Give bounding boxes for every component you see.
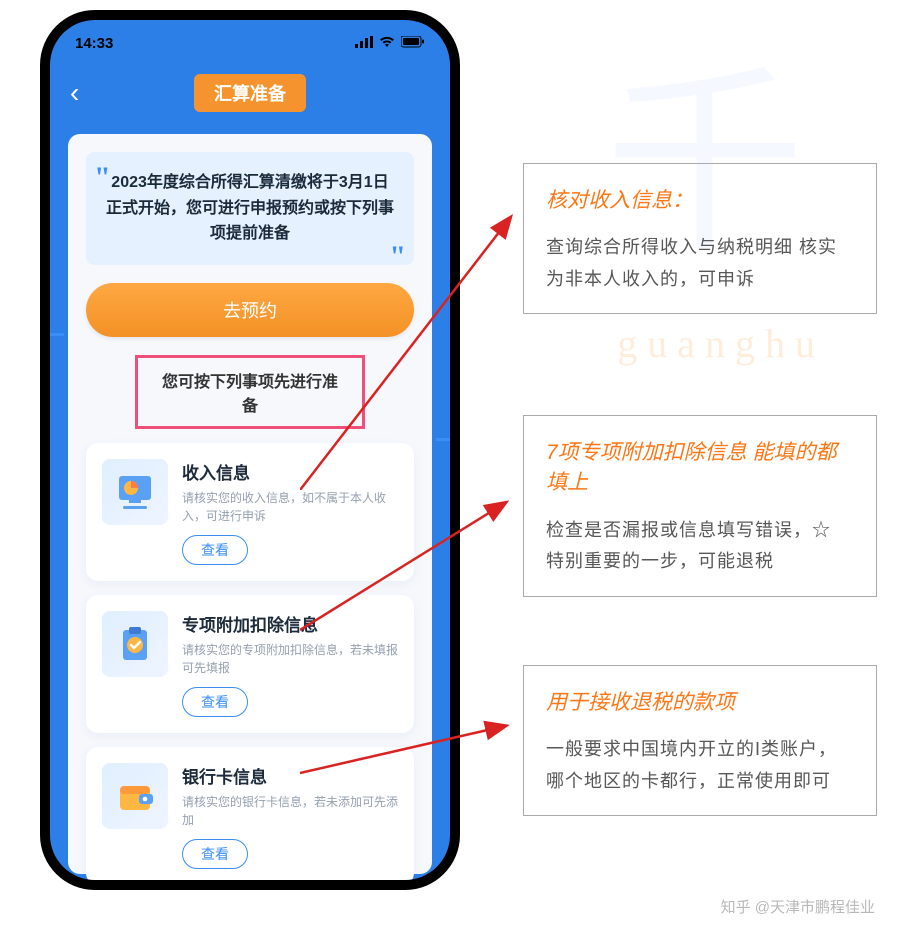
annotation-deduction: 7项专项附加扣除信息 能填的都填上 检查是否漏报或信息填写错误，☆ 特别重要的一… [523,415,877,597]
view-button[interactable]: 查看 [182,535,248,565]
notice-banner: 2023年度综合所得汇算清缴将于3月1日正式开始，您可进行申报预约或按下列事项提… [86,152,414,265]
annotation-body: 一般要求中国境内开立的I类账户，哪个地区的卡都行，正常使用即可 [546,734,854,797]
background-watermark-text: guanghu [617,320,825,367]
watermark: 知乎 @天津市鹏程佳业 [721,896,875,917]
appoint-button[interactable]: 去预约 [86,283,414,337]
phone-screen: 14:33 ‹ 汇算准备 2023年度综合所得汇算清缴将于3月1日正式开始，您可… [50,20,450,880]
annotation-title: 用于接收退税的款项 [546,688,854,718]
annotation-body: 查询综合所得收入与纳税明细 核实为非本人收入的，可申诉 [546,232,854,295]
annotation-bank: 用于接收退税的款项 一般要求中国境内开立的I类账户，哪个地区的卡都行，正常使用即… [523,665,877,816]
status-bar: 14:33 [50,20,450,57]
item-title: 收入信息 [182,459,398,484]
corner-decoration [50,333,64,351]
item-title: 银行卡信息 [182,763,398,788]
phone-frame: 14:33 ‹ 汇算准备 2023年度综合所得汇算清缴将于3月1日正式开始，您可… [40,10,460,890]
item-desc: 请核实您的收入信息，如不属于本人收入，可进行申诉 [182,489,398,525]
item-deduction[interactable]: 专项附加扣除信息 请核实您的专项附加扣除信息，若未填报可先填报 查看 [86,595,414,733]
corner-decoration [436,423,450,441]
view-button[interactable]: 查看 [182,687,248,717]
chart-screen-icon [102,459,168,525]
annotation-income: 核对收入信息： 查询综合所得收入与纳税明细 核实为非本人收入的，可申诉 [523,163,877,314]
page-title: 汇算准备 [194,74,306,112]
signal-icon [355,35,373,52]
annotation-title: 核对收入信息： [546,186,854,216]
wallet-icon [102,763,168,829]
content-card: 2023年度综合所得汇算清缴将于3月1日正式开始，您可进行申报预约或按下列事项提… [68,134,432,874]
annotation-body: 检查是否漏报或信息填写错误，☆ 特别重要的一步，可能退税 [546,515,854,578]
prep-highlight-box: 您可按下列事项先进行准备 [135,355,365,429]
item-title: 专项附加扣除信息 [182,611,398,636]
battery-icon [401,35,425,52]
app-header: ‹ 汇算准备 [50,57,450,129]
item-desc: 请核实您的银行卡信息，若未添加可先添加 [182,793,398,829]
status-time: 14:33 [75,35,113,52]
item-desc: 请核实您的专项附加扣除信息，若未填报可先填报 [182,641,398,677]
item-bank[interactable]: 银行卡信息 请核实您的银行卡信息，若未添加可先添加 查看 [86,747,414,880]
back-button[interactable]: ‹ [70,77,79,109]
item-income[interactable]: 收入信息 请核实您的收入信息，如不属于本人收入，可进行申诉 查看 [86,443,414,581]
view-button[interactable]: 查看 [182,839,248,869]
clipboard-check-icon [102,611,168,677]
wifi-icon [379,35,395,52]
annotation-title: 7项专项附加扣除信息 能填的都填上 [546,438,854,499]
